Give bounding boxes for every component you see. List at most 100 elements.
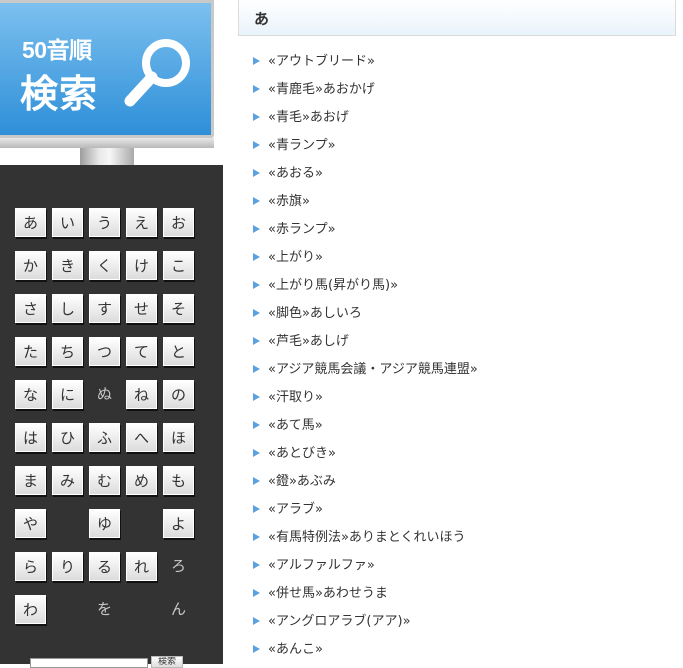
term-list-item[interactable]: «脚色»あしいろ bbox=[253, 300, 478, 328]
kana-button[interactable]: つ bbox=[89, 337, 120, 366]
kana-button[interactable]: せ bbox=[126, 294, 157, 323]
kana-button[interactable]: り bbox=[52, 552, 83, 581]
kana-button[interactable]: ふ bbox=[89, 423, 120, 452]
kana-button[interactable]: ひ bbox=[52, 423, 83, 452]
term-link[interactable]: «アラブ» bbox=[268, 502, 323, 517]
kana-button[interactable]: の bbox=[163, 380, 194, 409]
term-list-item[interactable]: «アングロアラブ(アア)» bbox=[253, 608, 478, 636]
kana-button[interactable]: め bbox=[126, 466, 157, 495]
triangle-bullet-icon bbox=[253, 560, 260, 569]
kana-button[interactable]: う bbox=[89, 208, 120, 237]
kana-button[interactable]: ら bbox=[15, 552, 46, 581]
term-list-item[interactable]: «上がり馬(昇がり馬)» bbox=[253, 272, 478, 300]
kana-button[interactable]: さ bbox=[15, 294, 46, 323]
term-list-item[interactable]: «赤旗» bbox=[253, 188, 478, 216]
term-link[interactable]: «青毛»あおげ bbox=[268, 110, 349, 125]
term-list-item[interactable]: «赤ランプ» bbox=[253, 216, 478, 244]
kana-button[interactable]: お bbox=[163, 208, 194, 237]
kana-button[interactable]: し bbox=[52, 294, 83, 323]
kana-button[interactable]: も bbox=[163, 466, 194, 495]
term-link[interactable]: «青ランプ» bbox=[268, 138, 336, 153]
term-list-item[interactable]: «有馬特例法»ありまとくれいほう bbox=[253, 524, 478, 552]
term-link[interactable]: «あて馬» bbox=[268, 418, 323, 433]
term-list-item[interactable]: «上がり» bbox=[253, 244, 478, 272]
kana-empty bbox=[52, 595, 83, 624]
kana-button[interactable]: そ bbox=[163, 294, 194, 323]
kana-button[interactable]: ほ bbox=[163, 423, 194, 452]
kana-button[interactable]: こ bbox=[163, 251, 194, 280]
banner-title-line1: 50音順 bbox=[22, 37, 92, 63]
kana-button[interactable]: ゆ bbox=[89, 509, 120, 538]
term-link[interactable]: «鐙»あぶみ bbox=[268, 474, 336, 489]
kana-button[interactable]: な bbox=[15, 380, 46, 409]
kana-button[interactable]: い bbox=[52, 208, 83, 237]
term-list-item[interactable]: «あて馬» bbox=[253, 412, 478, 440]
kana-button[interactable]: す bbox=[89, 294, 120, 323]
term-list-item[interactable]: «あおる» bbox=[253, 160, 478, 188]
term-list-item[interactable]: «アジア競馬会議・アジア競馬連盟» bbox=[253, 356, 478, 384]
kana-button[interactable]: え bbox=[126, 208, 157, 237]
triangle-bullet-icon bbox=[253, 280, 260, 289]
term-link[interactable]: «アジア競馬会議・アジア競馬連盟» bbox=[268, 362, 478, 377]
kana-button[interactable]: や bbox=[15, 509, 46, 538]
term-link[interactable]: «あとびき» bbox=[268, 446, 336, 461]
kana-button[interactable]: た bbox=[15, 337, 46, 366]
term-list-item[interactable]: «あとびき» bbox=[253, 440, 478, 468]
kana-button[interactable]: み bbox=[52, 466, 83, 495]
kana-button[interactable]: る bbox=[89, 552, 120, 581]
term-link[interactable]: «あおる» bbox=[268, 166, 323, 181]
section-header: あ bbox=[238, 0, 676, 36]
kana-button[interactable]: わ bbox=[15, 595, 46, 624]
triangle-bullet-icon bbox=[253, 112, 260, 121]
kana-button[interactable]: ま bbox=[15, 466, 46, 495]
term-link[interactable]: «青鹿毛»あおかげ bbox=[268, 82, 375, 97]
term-link[interactable]: «赤旗» bbox=[268, 194, 310, 209]
kana-button[interactable]: れ bbox=[126, 552, 157, 581]
term-list-item[interactable]: «青ランプ» bbox=[253, 132, 478, 160]
term-link[interactable]: «有馬特例法»ありまとくれいほう bbox=[268, 530, 466, 545]
term-link[interactable]: «脚色»あしいろ bbox=[268, 306, 362, 321]
term-link[interactable]: «アングロアラブ(アア)» bbox=[268, 614, 411, 629]
kana-button[interactable]: へ bbox=[126, 423, 157, 452]
term-link[interactable]: «アウトブリード» bbox=[268, 54, 375, 69]
term-list-item[interactable]: «併せ馬»あわせうま bbox=[253, 580, 478, 608]
kana-button[interactable]: く bbox=[89, 251, 120, 280]
kana-button[interactable]: き bbox=[52, 251, 83, 280]
kana-button[interactable]: か bbox=[15, 251, 46, 280]
kana-empty bbox=[126, 595, 157, 624]
kana-button[interactable]: け bbox=[126, 251, 157, 280]
kana-button[interactable]: は bbox=[15, 423, 46, 452]
term-list-item[interactable]: «アラブ» bbox=[253, 496, 478, 524]
triangle-bullet-icon bbox=[253, 252, 260, 261]
term-link[interactable]: «アルファルファ» bbox=[268, 558, 375, 573]
term-link[interactable]: «汗取り» bbox=[268, 390, 323, 405]
kana-button[interactable]: て bbox=[126, 337, 157, 366]
kana-button[interactable]: よ bbox=[163, 509, 194, 538]
term-list-item[interactable]: «アウトブリード» bbox=[253, 48, 478, 76]
triangle-bullet-icon bbox=[253, 224, 260, 233]
term-list-item[interactable]: «青鹿毛»あおかげ bbox=[253, 76, 478, 104]
term-link[interactable]: «芦毛»あしげ bbox=[268, 334, 349, 349]
term-list-item[interactable]: «青毛»あおげ bbox=[253, 104, 478, 132]
term-list-item[interactable]: «アルファルファ» bbox=[253, 552, 478, 580]
term-link[interactable]: «赤ランプ» bbox=[268, 222, 336, 237]
term-list-item[interactable]: «汗取り» bbox=[253, 384, 478, 412]
term-link[interactable]: «上がり馬(昇がり馬)» bbox=[268, 278, 398, 293]
section-title: あ bbox=[254, 10, 270, 28]
term-list-item[interactable]: «鐙»あぶみ bbox=[253, 468, 478, 496]
term-link[interactable]: «上がり» bbox=[268, 250, 323, 265]
search-input[interactable] bbox=[30, 658, 148, 668]
kana-label: ろ bbox=[170, 557, 186, 575]
term-link[interactable]: «あんこ» bbox=[268, 642, 323, 657]
term-list-item[interactable]: «あんこ» bbox=[253, 636, 478, 664]
kana-button[interactable]: あ bbox=[15, 208, 46, 237]
kana-button[interactable]: と bbox=[163, 337, 194, 366]
term-list-item[interactable]: «芦毛»あしげ bbox=[253, 328, 478, 356]
kana-button[interactable]: ち bbox=[52, 337, 83, 366]
triangle-bullet-icon bbox=[253, 392, 260, 401]
kana-button[interactable]: ね bbox=[126, 380, 157, 409]
search-button[interactable]: 検索 bbox=[151, 656, 183, 668]
kana-button[interactable]: に bbox=[52, 380, 83, 409]
kana-button[interactable]: む bbox=[89, 466, 120, 495]
term-link[interactable]: «併せ馬»あわせうま bbox=[268, 586, 388, 601]
